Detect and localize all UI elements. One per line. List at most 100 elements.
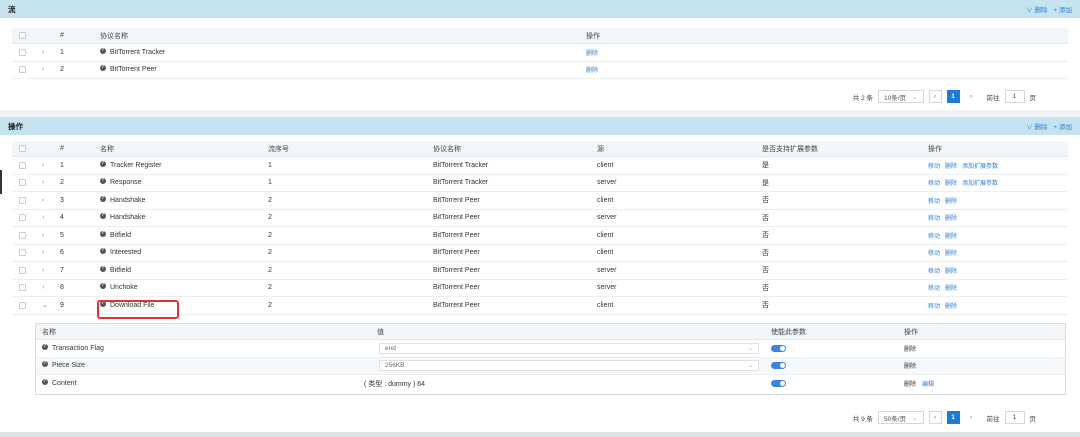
param-value-select[interactable]: 256KB ⌄: [379, 360, 759, 372]
op-link[interactable]: 移动: [928, 234, 940, 240]
table-row[interactable]: › 6 Interested 2 BitTorrent Peer client 否 移动删除: [12, 245, 1068, 262]
select-all-checkbox[interactable]: [19, 145, 26, 152]
op-link[interactable]: 删除: [945, 216, 957, 222]
streams-delete-button[interactable]: ∨ 删除: [1026, 4, 1047, 14]
table-row[interactable]: › 7 Bitfield 2 BitTorrent Peer server 否 移动删除: [12, 262, 1068, 280]
op-link[interactable]: 删除: [945, 199, 957, 205]
enable-toggle[interactable]: [771, 362, 786, 370]
row-checkbox[interactable]: [19, 266, 26, 274]
operations-add-button[interactable]: + 添加: [1053, 121, 1072, 131]
row-seq: 1: [268, 179, 272, 187]
page-size-select[interactable]: 10条/页 ⌄: [878, 90, 924, 103]
op-link[interactable]: 移动: [928, 251, 940, 257]
prev-page-button[interactable]: ‹: [928, 411, 942, 424]
total-count: 共 9 条: [852, 415, 873, 423]
streams-table: # 协议名称 操作 › 1 BitTorrent Tracker 删除 › 2 …: [12, 28, 1068, 79]
table-row[interactable]: › 2 Response 1 BitTorrent Tracker server 是 移动删除…: [12, 175, 1068, 192]
op-link[interactable]: 删除: [945, 234, 957, 240]
chevron-right-icon[interactable]: ›: [42, 232, 44, 239]
delete-link[interactable]: 删除: [904, 379, 916, 388]
help-icon: [100, 160, 106, 167]
goto-page-input[interactable]: 1: [1004, 411, 1025, 424]
operations-delete-button[interactable]: ∨ 删除: [1026, 121, 1047, 131]
next-page-button[interactable]: ›: [965, 411, 978, 424]
table-row[interactable]: › 4 Handshake 2 BitTorrent Peer server 否 移动删除: [12, 210, 1068, 227]
op-link[interactable]: 移动: [928, 164, 940, 170]
chevron-right-icon[interactable]: ›: [42, 66, 44, 73]
op-link[interactable]: 删除: [945, 286, 957, 292]
row-checkbox[interactable]: [19, 48, 26, 56]
page-button[interactable]: 1: [946, 90, 960, 103]
op-link[interactable]: 添加扩展参数: [962, 164, 998, 170]
row-checkbox[interactable]: [19, 284, 26, 292]
chevron-right-icon[interactable]: ›: [42, 249, 44, 256]
row-checkbox[interactable]: [19, 161, 26, 169]
chevron-down-icon[interactable]: ⌄: [42, 301, 48, 309]
delete-link[interactable]: 删除: [904, 344, 916, 353]
row-checkbox[interactable]: [19, 214, 26, 222]
row-seq: 2: [268, 214, 272, 222]
goto-page-input[interactable]: 1: [1004, 90, 1025, 103]
param-value-select[interactable]: end ⌄: [379, 342, 759, 354]
op-link[interactable]: 删除: [945, 181, 957, 187]
chevron-right-icon[interactable]: ›: [42, 49, 44, 56]
param-name: Piece Size: [42, 360, 85, 369]
select-all-checkbox[interactable]: [19, 32, 26, 39]
op-link[interactable]: 移动: [928, 269, 940, 275]
edit-link[interactable]: 编辑: [922, 379, 934, 388]
row-index: 9: [60, 301, 64, 309]
streams-section-actions: ∨ 删除 + 添加: [1026, 4, 1072, 14]
delete-link[interactable]: 删除: [586, 65, 598, 74]
streams-add-button[interactable]: + 添加: [1053, 4, 1072, 14]
prev-page-button[interactable]: ‹: [928, 90, 942, 103]
col-name: 名称: [100, 145, 114, 153]
table-row[interactable]: › 1 Tracker Register 1 BitTorrent Tracker cli…: [12, 157, 1068, 175]
page-size-select[interactable]: 50条/页 ⌄: [878, 411, 924, 424]
col-protocol: 协议名称: [433, 145, 461, 153]
row-ext: 否: [762, 249, 769, 257]
row-checkbox[interactable]: [19, 249, 26, 257]
op-link[interactable]: 移动: [928, 286, 940, 292]
table-row[interactable]: › 5 Bitfield 2 BitTorrent Peer client 否 移动删除: [12, 227, 1068, 245]
enable-toggle[interactable]: [771, 380, 786, 388]
row-checkbox[interactable]: [19, 66, 26, 74]
chevron-right-icon[interactable]: ›: [42, 267, 44, 274]
chevron-right-icon[interactable]: ›: [42, 197, 44, 204]
op-link[interactable]: 添加扩展参数: [962, 181, 998, 187]
enable-toggle[interactable]: [771, 344, 786, 352]
table-row[interactable]: › 1 BitTorrent Tracker 删除: [12, 44, 1068, 62]
op-link[interactable]: 移动: [928, 304, 940, 310]
row-name: Unchoke: [100, 282, 138, 291]
op-link[interactable]: 删除: [945, 304, 957, 310]
row-checkbox[interactable]: [19, 196, 26, 204]
delete-link[interactable]: 删除: [904, 361, 916, 370]
op-link[interactable]: 删除: [945, 164, 957, 170]
op-link[interactable]: 删除: [945, 269, 957, 275]
operations-table: # 名称 流序号 协议名称 源 是否支持扩展参数 操作 › 1 Tracker Re…: [12, 141, 1068, 315]
chevron-right-icon[interactable]: ›: [42, 162, 44, 169]
op-link[interactable]: 移动: [928, 199, 940, 205]
row-checkbox[interactable]: [19, 231, 26, 239]
table-row[interactable]: › 3 Handshake 2 BitTorrent Peer client 否 移动删除: [12, 192, 1068, 210]
row-index: 2: [60, 66, 64, 74]
table-row[interactable]: › 8 Unchoke 2 BitTorrent Peer server 否 移动删除: [12, 280, 1068, 297]
op-link[interactable]: 移动: [928, 181, 940, 187]
row-protocol: BitTorrent Peer: [433, 196, 480, 204]
operations-section: 操作 ∨ 删除 + 添加 # 名称 流序号 协议名称 源 是否支持扩展参数 操作…: [0, 117, 1080, 432]
row-checkbox[interactable]: [19, 179, 26, 187]
delete-link[interactable]: 删除: [586, 48, 598, 57]
chevron-right-icon[interactable]: ›: [42, 214, 44, 221]
row-checkbox[interactable]: [19, 301, 26, 309]
chevron-right-icon[interactable]: ›: [42, 284, 44, 291]
streams-pagination: 共 2 条 10条/页 ⌄ ‹ 1 › 前往 1 页: [853, 90, 1036, 103]
page-button[interactable]: 1: [946, 411, 960, 424]
row-ops: 移动 删除: [928, 283, 962, 292]
chevron-down-icon: ⌄: [912, 93, 918, 101]
page-unit: 页: [1029, 94, 1037, 102]
col-param-value: 值: [377, 328, 384, 336]
op-link[interactable]: 移动: [928, 216, 940, 222]
table-row[interactable]: › 2 BitTorrent Peer 删除: [12, 62, 1068, 79]
next-page-button[interactable]: ›: [965, 90, 978, 103]
op-link[interactable]: 删除: [945, 251, 957, 257]
chevron-right-icon[interactable]: ›: [42, 179, 44, 186]
